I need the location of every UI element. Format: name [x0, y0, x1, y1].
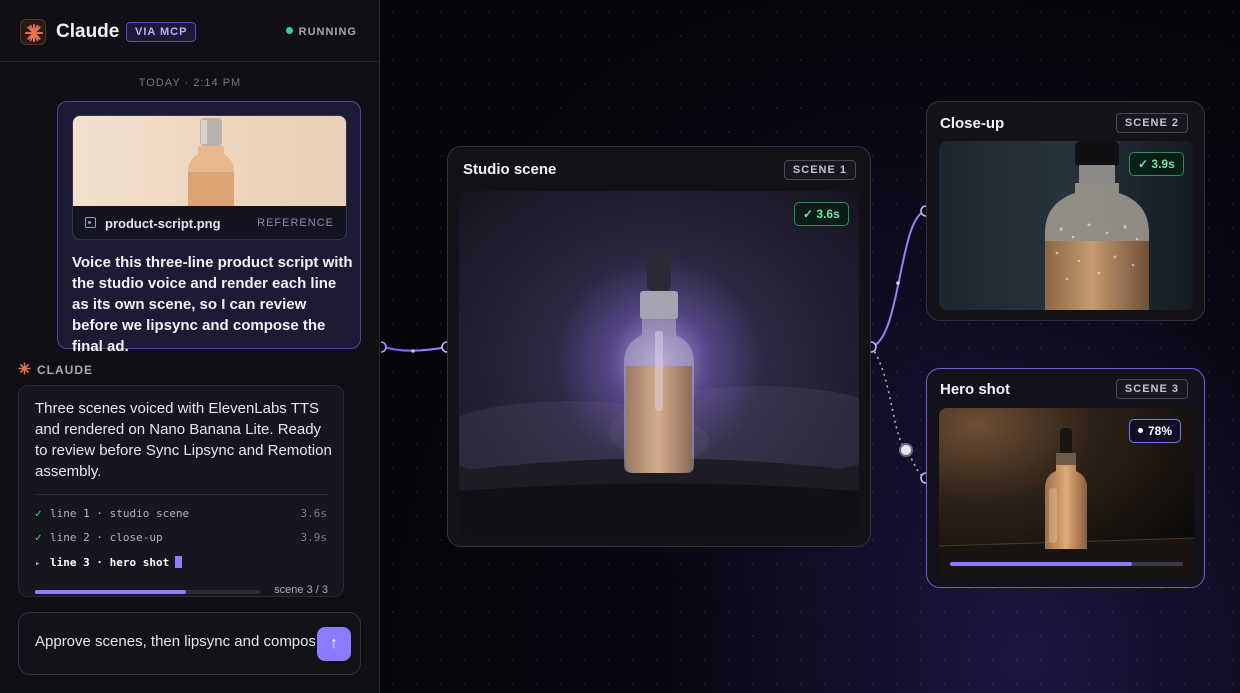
status-label: RUNNING: [298, 26, 357, 38]
task-line-3: ▸ line 3 · hero shot: [35, 556, 327, 572]
drag-handle[interactable]: [899, 443, 913, 457]
scene-progress-label: scene 3 / 3: [274, 584, 328, 596]
image-file-icon: [85, 217, 96, 228]
render-progress-bar: [950, 562, 1183, 566]
node-title: Close-up: [940, 115, 1005, 132]
chat-header: Claude VIA MCP RUNNING: [0, 0, 379, 62]
typing-cursor: [175, 556, 183, 568]
status-indicator: RUNNING: [285, 26, 357, 38]
check-icon: ✓: [35, 507, 42, 520]
message-input[interactable]: Approve scenes, then lipsync and compose: [35, 633, 315, 650]
node-title: Hero shot: [940, 381, 1011, 398]
duration-badge: ✓ 3.6s: [794, 202, 849, 226]
task-line-2: ✓ line 2 · close-up 3.9s: [35, 531, 327, 547]
wire-closeup: [870, 210, 927, 348]
check-icon: ✓: [35, 531, 42, 544]
connector-port[interactable]: [381, 341, 387, 353]
bottle-thumbnail-icon: [188, 118, 234, 206]
render-dot-icon: [1138, 428, 1143, 433]
chat-timestamp: TODAY · 2:14 PM: [138, 77, 242, 89]
task-line-text: line 1 · studio scene: [50, 507, 190, 520]
task-line-time: 3.9s: [300, 531, 328, 544]
scene-progress-fill: [35, 590, 186, 594]
render-progress-fill: [950, 562, 1132, 566]
node-canvas[interactable]: Studio scene SCENE 1 ✓ 3.6s Close-up SCE…: [381, 0, 1240, 693]
play-caret-icon: ▸: [35, 559, 41, 569]
render-progress-value: 78%: [1148, 424, 1173, 438]
user-message: product-script.png REFERENCE Voice this …: [57, 101, 361, 355]
arrow-up-icon: ↑: [330, 635, 338, 652]
render-progress-badge: 78%: [1129, 419, 1182, 443]
scene-preview[interactable]: [459, 191, 859, 536]
attachment-card[interactable]: product-script.png REFERENCE: [72, 115, 347, 240]
attachment-tag: REFERENCE: [257, 217, 334, 229]
task-line-1: ✓ line 1 · studio scene 3.6s: [35, 507, 327, 523]
task-line-text: line 3 · hero shot: [50, 556, 170, 569]
assistant-message: Three scenes voiced with ElevenLabs TTS …: [18, 385, 344, 597]
node-hero-shot[interactable]: Hero shot SCENE 3 78%: [926, 368, 1205, 588]
user-message-text: Voice this three-line product script wit…: [72, 254, 353, 355]
assistant-label: CLAUDE: [18, 362, 93, 377]
scene-progress-bar: [35, 590, 260, 594]
message-composer: Approve scenes, then lipsync and compose…: [18, 612, 361, 675]
assistant-label-text: CLAUDE: [37, 363, 93, 377]
app-title: Claude: [56, 21, 120, 42]
chat-panel: Claude VIA MCP RUNNING TODAY · 2:14 PM p…: [0, 0, 380, 693]
task-line-time: 3.6s: [300, 507, 328, 520]
scene-tag: SCENE 3: [1115, 379, 1188, 399]
scene-tag: SCENE 1: [783, 160, 856, 180]
serum-bottle-image: [459, 191, 859, 536]
divider: [35, 494, 327, 495]
wire-hero: [870, 346, 927, 479]
assistant-message-text: Three scenes voiced with ElevenLabs TTS …: [35, 400, 332, 480]
status-dot-icon: [285, 27, 293, 34]
duration-badge: ✓ 3.9s: [1129, 152, 1184, 176]
send-button[interactable]: ↑: [317, 627, 351, 661]
node-title: Studio scene: [463, 161, 557, 178]
via-mcp-badge: VIA MCP: [126, 22, 197, 42]
attachment-name: product-script.png: [105, 216, 221, 231]
node-close-up[interactable]: Close-up SCENE 2 ✓ 3.9s: [926, 101, 1205, 321]
scene-tag: SCENE 2: [1115, 113, 1188, 133]
claude-logo-icon: [20, 19, 46, 45]
task-line-text: line 2 · close-up: [50, 531, 163, 544]
claude-spark-icon: [18, 362, 31, 375]
attachment-thumbnail: [73, 116, 346, 206]
node-studio-scene[interactable]: Studio scene SCENE 1 ✓ 3.6s: [447, 146, 871, 547]
